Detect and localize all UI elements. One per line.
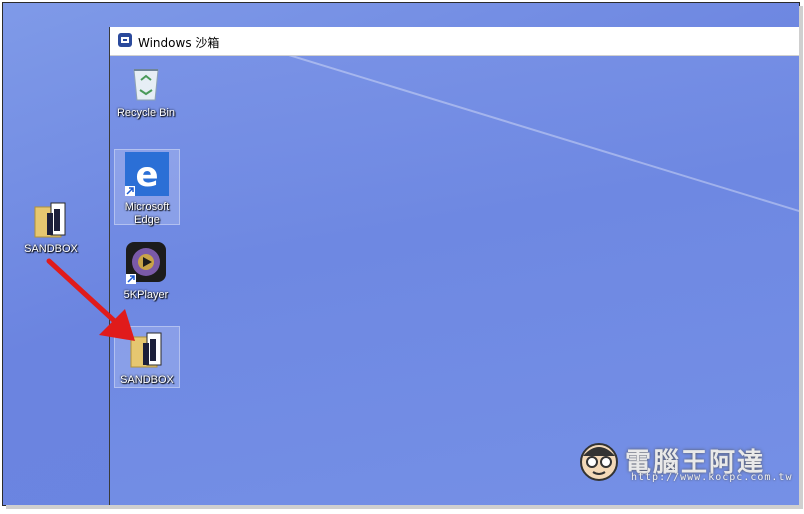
sandbox-window[interactable]: Windows 沙箱 Recycle Bin e Microsoft Edge … — [109, 27, 799, 505]
host-sandbox-folder[interactable]: SANDBOX — [21, 201, 81, 261]
sandbox-folder-icon — [34, 202, 66, 238]
edge-icon: e — [125, 152, 169, 196]
edge-label-line2: Edge — [134, 214, 160, 226]
frame-shadow-bottom — [6, 505, 803, 509]
screenshot-frame: SANDBOX Windows 沙箱 Recycle Bin e Microso… — [2, 2, 800, 506]
5kplayer-icon — [126, 242, 166, 284]
edge-label-line1: Microsoft — [124, 201, 170, 213]
svg-text:e: e — [135, 155, 158, 195]
host-sandbox-label: SANDBOX — [24, 243, 78, 255]
sandbox-desktop[interactable]: Recycle Bin e Microsoft Edge 5KPlayer SA… — [110, 56, 799, 505]
mascot-logo — [580, 443, 618, 481]
kocpc-watermark: 電腦王阿達 http://www.kocpc.com.tw — [575, 436, 791, 486]
desktop-icon-recycle-bin[interactable]: Recycle Bin — [114, 62, 178, 126]
watermark-url: http://www.kocpc.com.tw — [631, 472, 793, 483]
desktop-icon-microsoft-edge[interactable]: e Microsoft Edge — [114, 149, 180, 226]
sandbox-window-title: Windows 沙箱 — [138, 36, 220, 50]
recycle-bin-label: Recycle Bin — [116, 107, 176, 119]
5kplayer-label: 5KPlayer — [123, 289, 169, 301]
recycle-bin-icon — [133, 69, 159, 101]
desktop-icon-sandbox[interactable]: SANDBOX — [114, 326, 180, 388]
windows-sandbox-icon — [118, 33, 132, 47]
sandbox-folder-icon — [130, 332, 162, 368]
sandbox-label: SANDBOX — [120, 374, 174, 386]
frame-shadow-right — [799, 6, 803, 506]
desktop-icon-5kplayer[interactable]: 5KPlayer — [114, 238, 178, 302]
wallpaper-light-streak — [229, 56, 799, 243]
sandbox-titlebar[interactable]: Windows 沙箱 — [110, 27, 799, 56]
